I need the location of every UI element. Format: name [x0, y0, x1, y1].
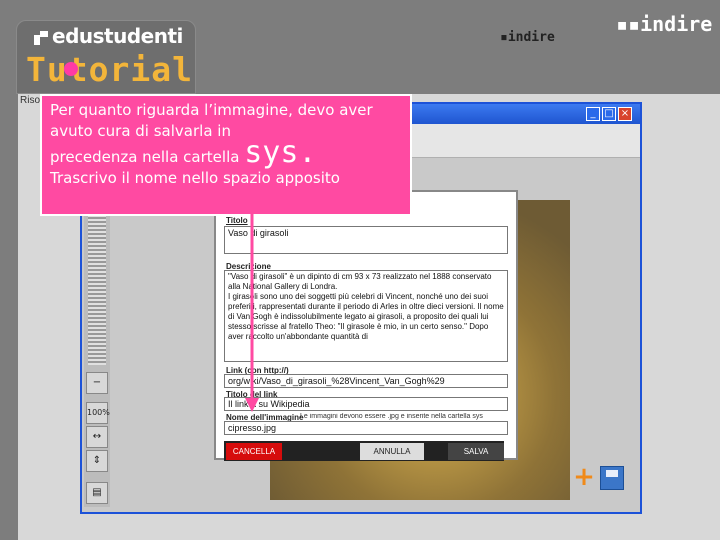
arrow-icon	[245, 214, 259, 412]
edustudenti-logo-icon	[34, 30, 48, 45]
tutorial-title: Tutorial	[26, 50, 193, 89]
callout-emphasis: sys.	[244, 135, 317, 170]
callout-text-1: Per quanto riguarda l’immagine, devo ave…	[50, 101, 373, 140]
indire-logo: ▪▪indire	[616, 12, 713, 36]
salva-button[interactable]: SALVA	[448, 443, 504, 460]
close-button[interactable]: ×	[618, 107, 632, 121]
add-icon[interactable]: +	[572, 464, 596, 490]
toolbar-indire-logo: ▪indire	[500, 30, 555, 45]
tutorial-dot-icon	[64, 62, 78, 76]
zoom-slider[interactable]	[88, 205, 106, 365]
nome-immagine-field[interactable]: cipresso.jpg	[224, 421, 508, 435]
callout-text-3: Trascrivo il nome nello spazio apposito	[50, 169, 340, 187]
zoom-out-button[interactable]: −	[86, 372, 108, 394]
scroll-arrows-icon[interactable]: ⇕	[86, 450, 108, 472]
titolo-field[interactable]: Vaso di girasoli	[224, 226, 508, 254]
zoom-level[interactable]: 100%	[86, 402, 110, 424]
left-label: Riso	[20, 95, 41, 106]
print-icon[interactable]: ▤	[86, 482, 108, 504]
titolo-link-field[interactable]: Il link a su Wikipedia	[224, 397, 508, 411]
nome-immagine-hint: Le immagini devono essere .jpg e inserit…	[300, 413, 483, 420]
descrizione-field[interactable]: "Vaso di girasoli" è un dipinto di cm 93…	[224, 270, 508, 362]
fit-width-icon[interactable]: ↔	[86, 426, 108, 448]
link-field[interactable]: org/wiki/Vaso_di_girasoli_%28Vincent_Van…	[224, 374, 508, 388]
edustudenti-logo: edustudenti	[52, 24, 183, 48]
annulla-button[interactable]: ANNULLA	[360, 443, 424, 460]
maximize-button[interactable]: □	[602, 107, 616, 121]
cancella-button[interactable]: CANCELLA	[226, 443, 282, 460]
tutorial-callout: Per quanto riguarda l’immagine, devo ave…	[40, 94, 412, 216]
minimize-button[interactable]: _	[586, 107, 600, 121]
callout-text-2: precedenza nella cartella	[50, 148, 240, 166]
save-icon[interactable]	[600, 466, 624, 490]
